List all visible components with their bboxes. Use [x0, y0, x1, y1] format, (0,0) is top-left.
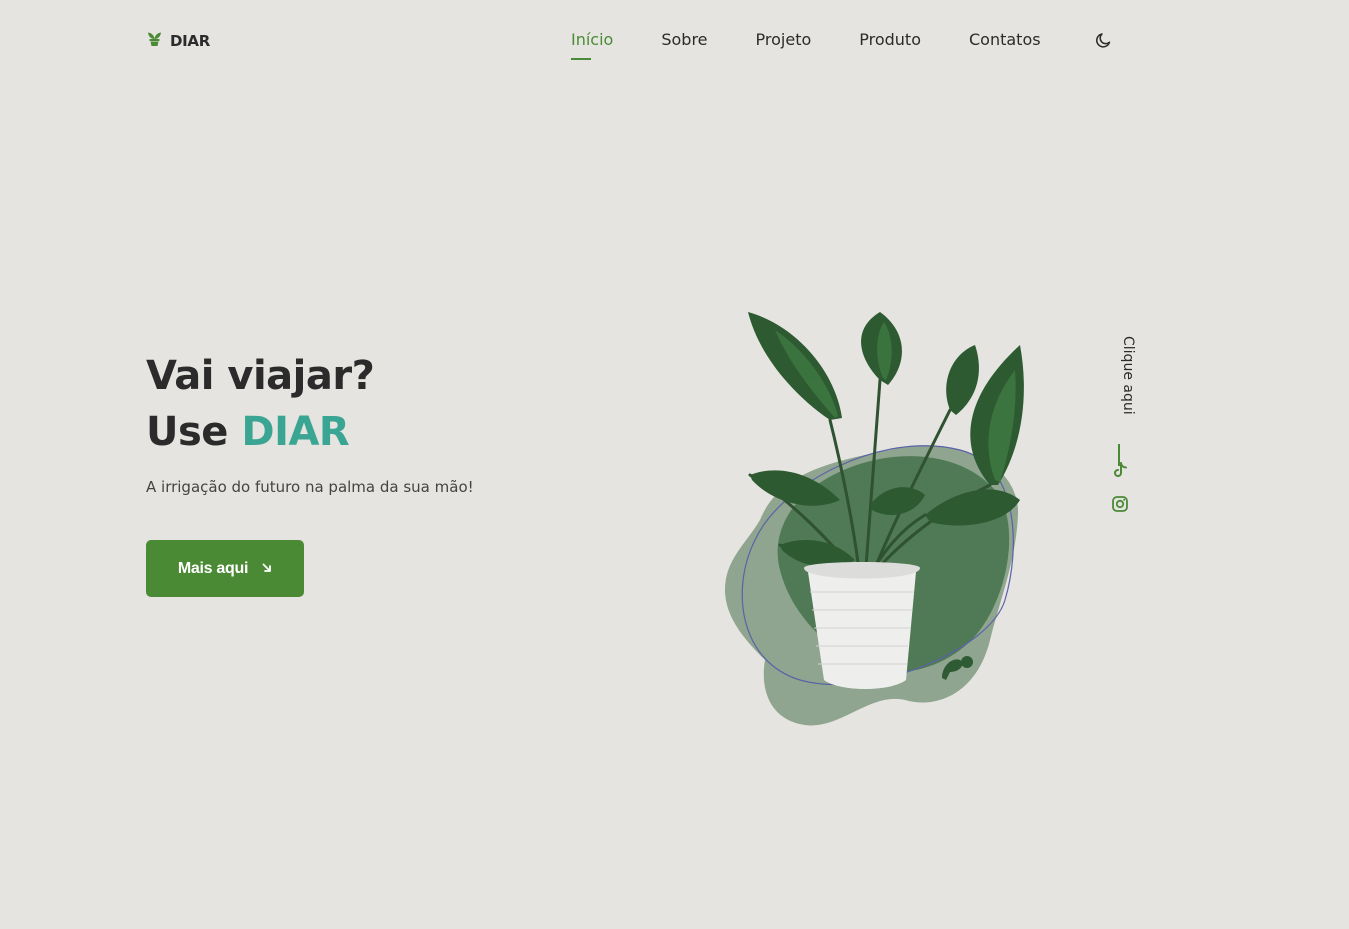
hero-subtitle: A irrigação do futuro na palma da sua mã… — [146, 478, 474, 496]
tiktok-icon[interactable] — [1110, 460, 1130, 480]
plant-pot-icon — [146, 30, 163, 51]
nav-item-projeto[interactable]: Projeto — [756, 29, 812, 51]
nav-item-inicio[interactable]: Início — [571, 29, 613, 60]
social-label: Clique aqui — [1120, 336, 1136, 415]
main-nav: Início Sobre Projeto Produto Contatos — [571, 29, 1089, 60]
hero-title: Vai viajar? Use DIAR — [146, 348, 375, 460]
hero-title-line1: Vai viajar? — [146, 353, 375, 399]
instagram-icon[interactable] — [1110, 494, 1130, 514]
header: DIAR Início Sobre Projeto Produto Contat… — [0, 0, 1349, 80]
more-button-label: Mais aqui — [177, 559, 249, 577]
moon-icon[interactable] — [1095, 31, 1113, 49]
nav-item-contatos[interactable]: Contatos — [969, 29, 1041, 51]
logo-text: DIAR — [170, 31, 210, 50]
logo-link[interactable]: DIAR — [146, 30, 210, 51]
plant-illustration — [720, 300, 1030, 740]
arrow-down-right-icon — [262, 562, 272, 576]
nav-item-produto[interactable]: Produto — [859, 29, 921, 51]
social-links: Clique aqui — [1100, 330, 1140, 530]
page: DIAR Início Sobre Projeto Produto Contat… — [0, 0, 1349, 929]
more-button[interactable]: Mais aqui — [146, 540, 304, 597]
hero-title-prefix: Use — [146, 409, 228, 455]
nav-item-sobre[interactable]: Sobre — [661, 29, 707, 51]
hero-title-brand: DIAR — [241, 409, 350, 455]
